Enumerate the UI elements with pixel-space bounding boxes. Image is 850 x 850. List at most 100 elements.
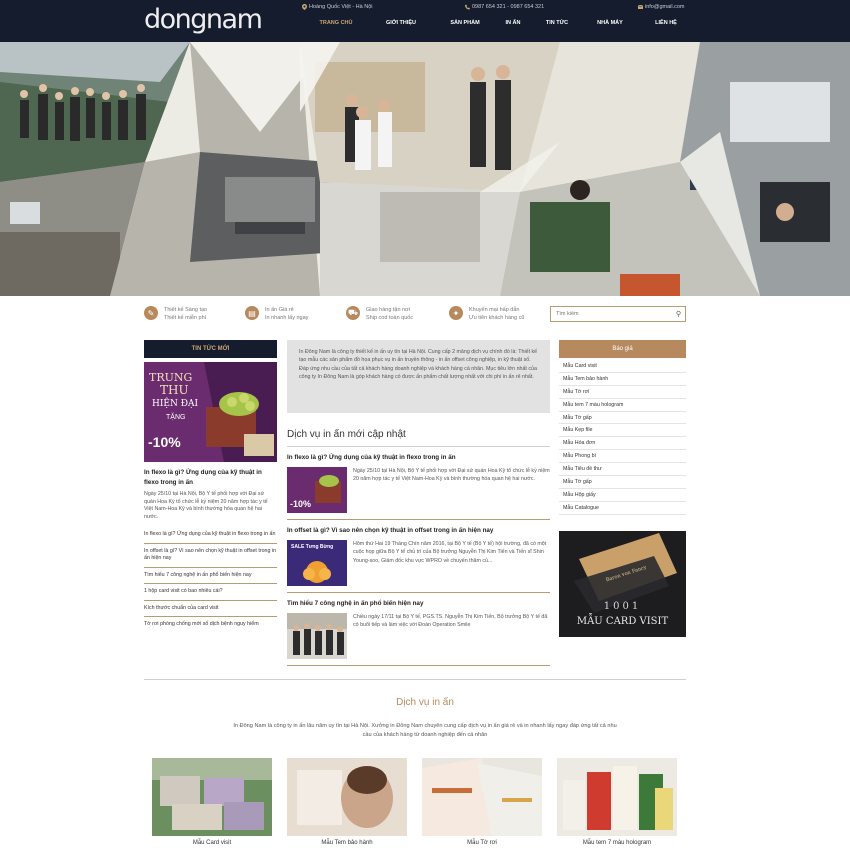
service-card[interactable]: Mẫu Tờ rơi: [422, 758, 542, 846]
price-link[interactable]: Mẫu Hóa đơn: [559, 437, 686, 451]
service-image[interactable]: [152, 758, 272, 836]
banner-text-3: HIỆN ĐẠI: [152, 399, 199, 409]
nav-about[interactable]: GIỚI THIỆU: [366, 20, 436, 26]
feature-title: Thiết kế Sáng tạo: [164, 307, 208, 313]
main-nav: TRANG CHỦ GIỚI THIỆU SẢN PHẨM IN ẤN TIN …: [306, 20, 694, 26]
top-header: dongnam Hoàng Quốc Việt - Hà Nội 0987 65…: [0, 0, 850, 42]
post-title[interactable]: In flexo là gì? Ứng dụng của kỹ thuật in…: [287, 453, 550, 463]
section-divider: [144, 679, 686, 680]
phone-icon: [465, 4, 470, 10]
news-heading: TIN TỨC MỚI: [144, 340, 277, 358]
featured-article-desc: Ngày 25/10 tại Hà Nội, Bộ Y tế phối hợp …: [144, 491, 268, 520]
nav-home[interactable]: TRANG CHỦ: [306, 20, 366, 26]
banner-text-1: TRUNG: [149, 371, 193, 384]
post-item: In offset là gì? Vì sao nên chọn kỹ thuậ…: [287, 526, 550, 593]
truck-icon: ⛟: [346, 306, 360, 320]
feature-design: ✎ Thiết kế Sáng tạo Thiết kế miễn phí: [144, 306, 207, 322]
service-image[interactable]: [422, 758, 542, 836]
post-thumbnail[interactable]: SALE Tưng Bừng: [287, 540, 347, 586]
pencil-icon: ✎: [144, 306, 158, 320]
services-desc: In Đông Nam là công ty in ấn lâu năm uy …: [233, 723, 617, 738]
post-item: In flexo là gì? Ứng dụng của kỹ thuật in…: [287, 453, 550, 520]
service-card[interactable]: Mẫu Card visit: [152, 758, 272, 846]
price-link[interactable]: Mẫu Phong bì: [559, 450, 686, 464]
post-desc: Chiều ngày 17/11 tại Bộ Y tế, PGS.TS. Ng…: [353, 614, 548, 629]
services-title: Dịch vụ in ấn: [396, 697, 454, 708]
warranty-sticker-image: [287, 758, 407, 836]
post-thumbnail[interactable]: [287, 613, 347, 659]
service-card[interactable]: Mẫu Tem bảo hành: [287, 758, 407, 846]
feature-sub: In nhanh lấy ngay: [265, 315, 309, 321]
price-link[interactable]: Mẫu tem 7 màu hologram: [559, 399, 686, 412]
post-thumbnail-image: [287, 613, 347, 659]
post-title[interactable]: In offset là gì? Vì sao nên chọn kỹ thuậ…: [287, 526, 550, 536]
phone-text[interactable]: 0987 654 321 - 0987 654 321: [472, 4, 544, 10]
banner-number: 1001: [603, 600, 642, 612]
mid-autumn-banner[interactable]: TRUNG THU HIỆN ĐẠI TẶNG -10%: [144, 362, 277, 462]
nav-news[interactable]: TIN TỨC: [532, 20, 582, 26]
service-label[interactable]: Mẫu Tem bảo hành: [287, 840, 407, 846]
feature-delivery: ⛟ Giao hàng tận nơi Ship cod toàn quốc: [346, 306, 413, 322]
site-logo[interactable]: dongnam: [144, 4, 263, 35]
business-card-stack-image: [152, 758, 272, 836]
nav-products[interactable]: SẢN PHẨM: [436, 20, 494, 26]
feature-sub: Ship cod toàn quốc: [366, 315, 414, 321]
post-desc: Hôm thứ Hai 19 Tháng Chín năm 2016, tại …: [353, 541, 547, 564]
news-link[interactable]: Tờ rơi phòng chống mới số dịch bệnh nguy…: [144, 617, 277, 633]
featured-article-title[interactable]: In flexo là gì? Ứng dụng của kỹ thuật in…: [144, 468, 277, 488]
email-text[interactable]: info@gmail.com: [645, 4, 685, 10]
price-link[interactable]: Mẫu Tem bảo hành: [559, 373, 686, 386]
nav-printing[interactable]: IN ẤN: [494, 20, 532, 26]
hero-collage-image: [0, 42, 850, 296]
card-visit-banner[interactable]: Baron von Fancy 1001 MẪU CARD VISIT: [559, 530, 686, 637]
price-link[interactable]: Mẫu Hộp giấy: [559, 489, 686, 502]
news-link[interactable]: 1 hộp card visit có bao nhiêu cái?: [144, 584, 277, 601]
search-box: ⚲: [550, 306, 686, 322]
service-label[interactable]: Mẫu Card visit: [152, 840, 272, 846]
mail-icon: [638, 4, 643, 9]
svg-text:-10%: -10%: [290, 499, 311, 509]
right-sidebar: Báo giá Mẫu Card visit Mẫu Tem bảo hành …: [559, 340, 686, 637]
price-list: Mẫu Card visit Mẫu Tem bảo hành Mẫu Tờ r…: [559, 360, 686, 515]
price-link[interactable]: Mẫu Catalogue: [559, 502, 686, 515]
search-icon[interactable]: ⚲: [676, 310, 681, 318]
service-label[interactable]: Mẫu Tờ rơi: [422, 840, 542, 846]
service-card[interactable]: Mẫu tem 7 màu hologram: [557, 758, 677, 846]
nav-contact[interactable]: LIÊN HỆ: [638, 20, 694, 26]
main-content: In Đông Nam là công ty thiết kế in ấn uy…: [287, 340, 550, 666]
price-link[interactable]: Mẫu Tờ rơi: [559, 386, 686, 399]
flyer-image: [422, 758, 542, 836]
post-desc: Ngày 25/10 tại Hà Nội, Bộ Y tế phối hợp …: [353, 468, 550, 483]
product-boxes-image: [557, 758, 677, 836]
banner-text-2: THU: [160, 383, 189, 397]
feature-sub: Ưu tiên khách hàng cũ: [469, 315, 525, 321]
phone-info: 0987 654 321 - 0987 654 321: [465, 4, 544, 10]
location-pin-icon: [302, 4, 307, 10]
section-title: Dịch vụ in ấn mới cập nhật: [287, 429, 550, 447]
price-link[interactable]: Mẫu Card visit: [559, 360, 686, 373]
news-list: In flexo là gì? Ứng dụng của kỹ thuật in…: [144, 527, 277, 633]
discount-badge: -10%: [148, 434, 181, 450]
service-label[interactable]: Mẫu tem 7 màu hologram: [557, 840, 677, 846]
news-link[interactable]: Kích thước chuẩn của card visit: [144, 601, 277, 617]
search-input[interactable]: [551, 307, 669, 321]
price-link[interactable]: Mẫu Tiêu đề thư: [559, 463, 686, 477]
service-image[interactable]: [557, 758, 677, 836]
price-link[interactable]: Mẫu Tờ gấp: [559, 476, 686, 489]
news-link[interactable]: In flexo là gì? Ứng dụng của kỹ thuật in…: [144, 527, 277, 544]
news-link[interactable]: In offset là gì? Vì sao nên chọn kỹ thuậ…: [144, 544, 277, 568]
nav-factory[interactable]: NHÀ MÁY: [582, 20, 638, 26]
post-title[interactable]: Tìm hiểu 7 công nghệ in ấn phổ biến hiện…: [287, 599, 550, 609]
feature-price: ▤ In ấn Giá rẻ In nhanh lấy ngay: [245, 306, 308, 322]
sale-badge: SALE Tưng Bừng: [291, 544, 334, 550]
post-thumbnail[interactable]: -10%: [287, 467, 347, 513]
news-link[interactable]: Tìm hiểu 7 công nghệ in ấn phổ biến hiện…: [144, 568, 277, 584]
banner-caption: MẪU CARD VISIT: [576, 615, 669, 627]
price-link[interactable]: Mẫu Tờ gấp: [559, 412, 686, 425]
gift-icon: ✦: [449, 306, 463, 320]
price-heading: Báo giá: [559, 340, 686, 358]
feature-title: Giao hàng tận nơi: [366, 307, 410, 313]
price-link[interactable]: Mẫu Kẹp file: [559, 424, 686, 438]
service-image[interactable]: [287, 758, 407, 836]
printer-icon: ▤: [245, 306, 259, 320]
